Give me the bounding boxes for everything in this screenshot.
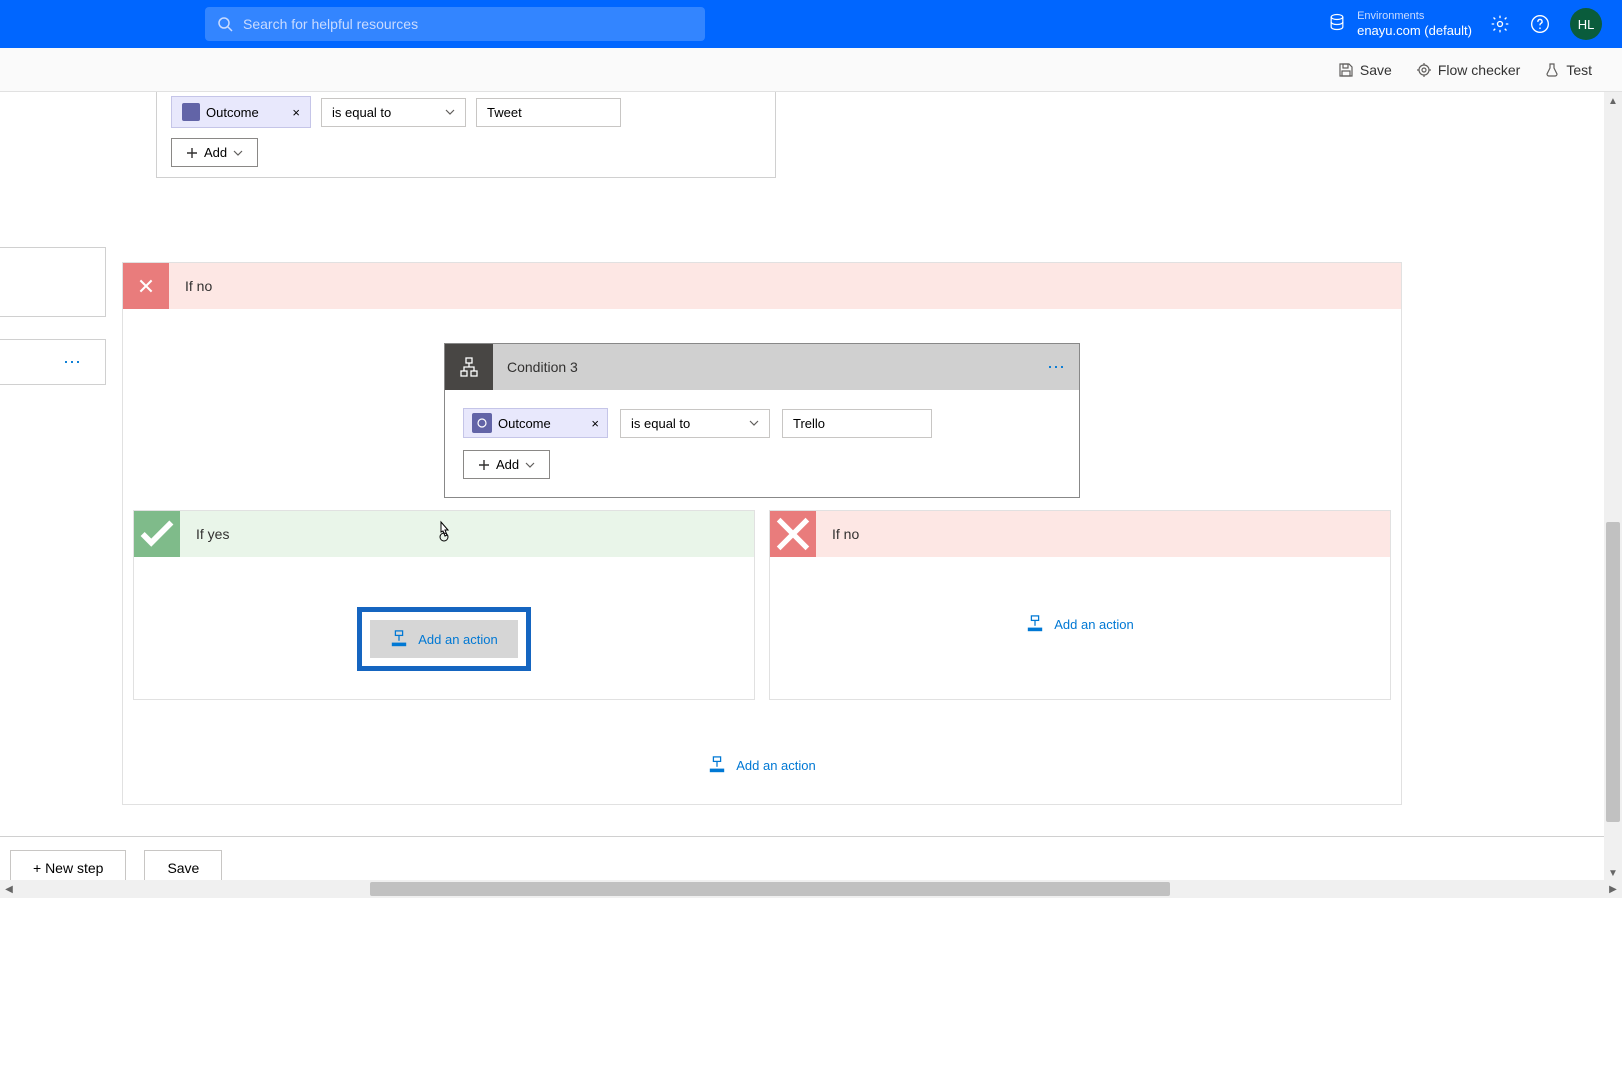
operator-select-partial[interactable]: is equal to xyxy=(321,98,466,127)
if-no-branch: If no Add an action xyxy=(769,510,1391,700)
add-action-icon xyxy=(708,756,726,774)
x-icon xyxy=(123,263,169,309)
if-no-title: If no xyxy=(169,263,1401,309)
condition-3-body: Outcome × is equal to Add xyxy=(445,390,1079,497)
add-action-label: Add an action xyxy=(1054,617,1134,632)
topbar-icons: HL xyxy=(1490,8,1602,40)
add-action-label: Add an action xyxy=(418,632,498,647)
test-button[interactable]: Test xyxy=(1544,62,1592,78)
add-label: Add xyxy=(496,457,519,472)
save-label: Save xyxy=(1360,62,1392,78)
scroll-up-arrow[interactable]: ▲ xyxy=(1604,92,1622,110)
if-yes-branch: If yes Add an action xyxy=(133,510,755,700)
if-yes-header[interactable]: If yes xyxy=(134,511,754,557)
scroll-thumb-h[interactable] xyxy=(370,882,1170,896)
if-no-branch-header[interactable]: If no xyxy=(770,511,1390,557)
chevron-down-icon xyxy=(749,418,759,428)
chevron-down-icon xyxy=(233,148,243,158)
operator-select[interactable]: is equal to xyxy=(620,409,770,438)
chevron-down-icon xyxy=(445,107,455,117)
check-icon xyxy=(134,511,180,557)
flow-checker-button[interactable]: Flow checker xyxy=(1416,62,1520,78)
save-button[interactable]: Save xyxy=(1338,62,1392,78)
save-icon xyxy=(1338,62,1354,78)
add-action-highlight: Add an action xyxy=(357,607,531,671)
flow-checker-icon xyxy=(1416,62,1432,78)
search-icon xyxy=(217,16,233,32)
add-condition-button[interactable]: Add xyxy=(463,450,550,479)
if-no-header[interactable]: If no xyxy=(123,263,1401,309)
add-action-icon xyxy=(390,630,408,648)
token-remove-icon[interactable]: × xyxy=(292,105,300,120)
environment-label: Environments xyxy=(1357,10,1472,23)
help-icon[interactable] xyxy=(1530,14,1550,34)
environment-name: enayu.com (default) xyxy=(1357,23,1472,39)
condition-3-branches: If yes Add an action If no xyxy=(123,498,1401,722)
if-no-container: If no Condition 3 ⋯ Outcome × is equal t xyxy=(122,262,1402,805)
flow-canvas[interactable]: Outcome × is equal to Tweet Add ⋯ If no xyxy=(0,92,1621,1080)
condition-3-header[interactable]: Condition 3 ⋯ xyxy=(445,344,1079,390)
topbar: Environments enayu.com (default) HL xyxy=(0,0,1622,48)
gear-icon[interactable] xyxy=(1490,14,1510,34)
condition-icon xyxy=(445,344,493,390)
plus-icon xyxy=(478,459,490,471)
add-action-mid[interactable]: Add an action xyxy=(692,748,832,782)
plus-icon xyxy=(186,147,198,159)
add-action-yes[interactable]: Add an action xyxy=(370,620,518,658)
add-condition-button-partial[interactable]: Add xyxy=(171,138,258,167)
condition-partial-card: Outcome × is equal to Tweet Add xyxy=(156,92,776,178)
search-box[interactable] xyxy=(205,7,705,41)
left-partial: ⋯ xyxy=(0,247,106,385)
test-icon xyxy=(1544,62,1560,78)
x-icon xyxy=(770,511,816,557)
outcome-token-partial[interactable]: Outcome × xyxy=(171,96,311,128)
chevron-down-icon xyxy=(525,460,535,470)
condition-3-menu[interactable]: ⋯ xyxy=(1047,357,1067,378)
search-input[interactable] xyxy=(243,16,693,32)
add-action-label: Add an action xyxy=(736,758,816,773)
environment-text: Environments enayu.com (default) xyxy=(1357,10,1472,39)
add-action-no[interactable]: Add an action xyxy=(1010,607,1150,641)
if-yes-title: If yes xyxy=(180,511,754,557)
mid-add-action-row: Add an action xyxy=(123,722,1401,804)
add-action-icon xyxy=(1026,615,1044,633)
condition-3-card: Condition 3 ⋯ Outcome × is equal to xyxy=(444,343,1080,498)
token-remove-icon[interactable]: × xyxy=(591,416,599,431)
value-input-partial[interactable]: Tweet xyxy=(476,98,621,127)
avatar[interactable]: HL xyxy=(1570,8,1602,40)
condition-3-title: Condition 3 xyxy=(493,359,1047,375)
test-label: Test xyxy=(1566,62,1592,78)
add-label: Add xyxy=(204,145,227,160)
horizontal-scrollbar[interactable]: ◀ ▶ xyxy=(0,880,1622,898)
toolbar: Save Flow checker Test xyxy=(0,48,1622,92)
operator-label: is equal to xyxy=(631,416,690,431)
scroll-right-arrow[interactable]: ▶ xyxy=(1604,880,1622,898)
if-no-branch-title: If no xyxy=(816,511,1390,557)
vertical-scrollbar[interactable]: ▲ ▼ xyxy=(1604,92,1622,882)
environment-icon xyxy=(1327,12,1347,37)
scroll-thumb[interactable] xyxy=(1606,522,1620,822)
flow-checker-label: Flow checker xyxy=(1438,62,1520,78)
operator-label: is equal to xyxy=(332,105,391,120)
left-partial-box xyxy=(0,247,106,317)
outcome-token[interactable]: Outcome × xyxy=(463,408,608,438)
value-input[interactable] xyxy=(782,409,932,438)
left-partial-card[interactable]: ⋯ xyxy=(0,339,106,385)
environment-picker[interactable]: Environments enayu.com (default) xyxy=(1327,10,1472,39)
canvas-outer: Outcome × is equal to Tweet Add ⋯ If no xyxy=(0,92,1622,1080)
scroll-left-arrow[interactable]: ◀ xyxy=(0,880,18,898)
